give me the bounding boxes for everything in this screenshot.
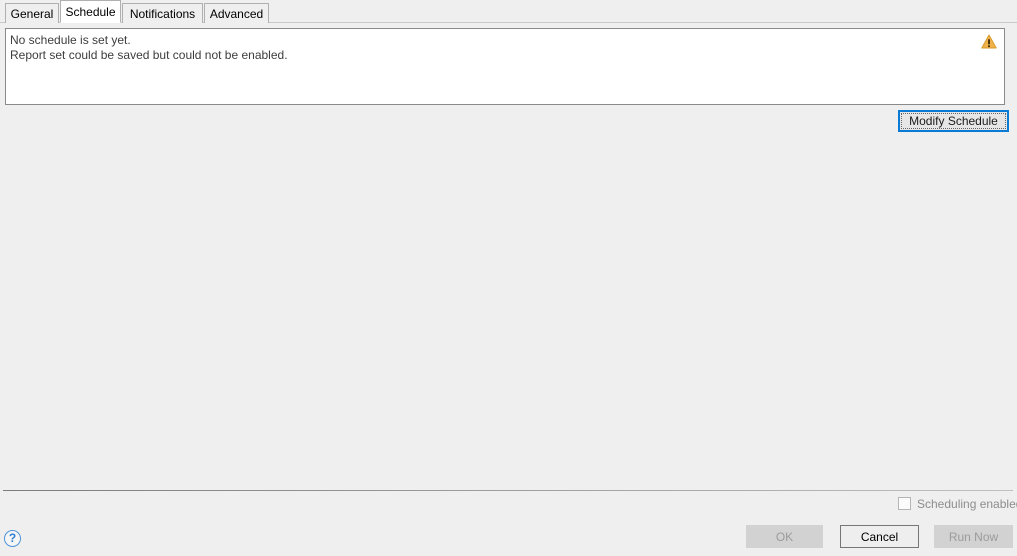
- ok-button-label: OK: [775, 529, 794, 544]
- cancel-button[interactable]: Cancel: [840, 525, 919, 548]
- tab-notifications-label: Notifications: [129, 6, 196, 21]
- question-mark-icon: ?: [8, 531, 17, 545]
- tab-schedule-label: Schedule: [65, 4, 116, 19]
- tab-advanced[interactable]: Advanced: [204, 3, 269, 23]
- tab-advanced-label: Advanced: [209, 6, 264, 21]
- tab-general-label: General: [10, 6, 54, 21]
- modify-schedule-label: Modify Schedule: [901, 113, 1006, 129]
- tab-schedule[interactable]: Schedule: [60, 0, 121, 23]
- warning-triangle-icon: [981, 34, 997, 49]
- ok-button[interactable]: OK: [746, 525, 823, 548]
- modify-schedule-button[interactable]: Modify Schedule: [898, 110, 1009, 132]
- tab-general[interactable]: General: [5, 3, 59, 23]
- footer-separator: [3, 490, 1013, 491]
- run-now-button[interactable]: Run Now: [934, 525, 1013, 548]
- tab-strip: General Schedule Notifications Advanced: [0, 0, 1017, 24]
- schedule-status-panel: No schedule is set yet. Report set could…: [5, 28, 1005, 105]
- tab-notifications[interactable]: Notifications: [122, 3, 203, 23]
- scheduling-enabled-checkbox[interactable]: [898, 497, 911, 510]
- scheduling-enabled-checkbox-row[interactable]: Scheduling enabled: [898, 496, 1017, 511]
- help-button[interactable]: ?: [4, 530, 21, 547]
- schedule-status-message: No schedule is set yet. Report set could…: [10, 33, 288, 62]
- run-now-button-label: Run Now: [948, 529, 999, 544]
- scheduling-enabled-label: Scheduling enabled: [917, 496, 1017, 511]
- cancel-button-label: Cancel: [860, 529, 899, 544]
